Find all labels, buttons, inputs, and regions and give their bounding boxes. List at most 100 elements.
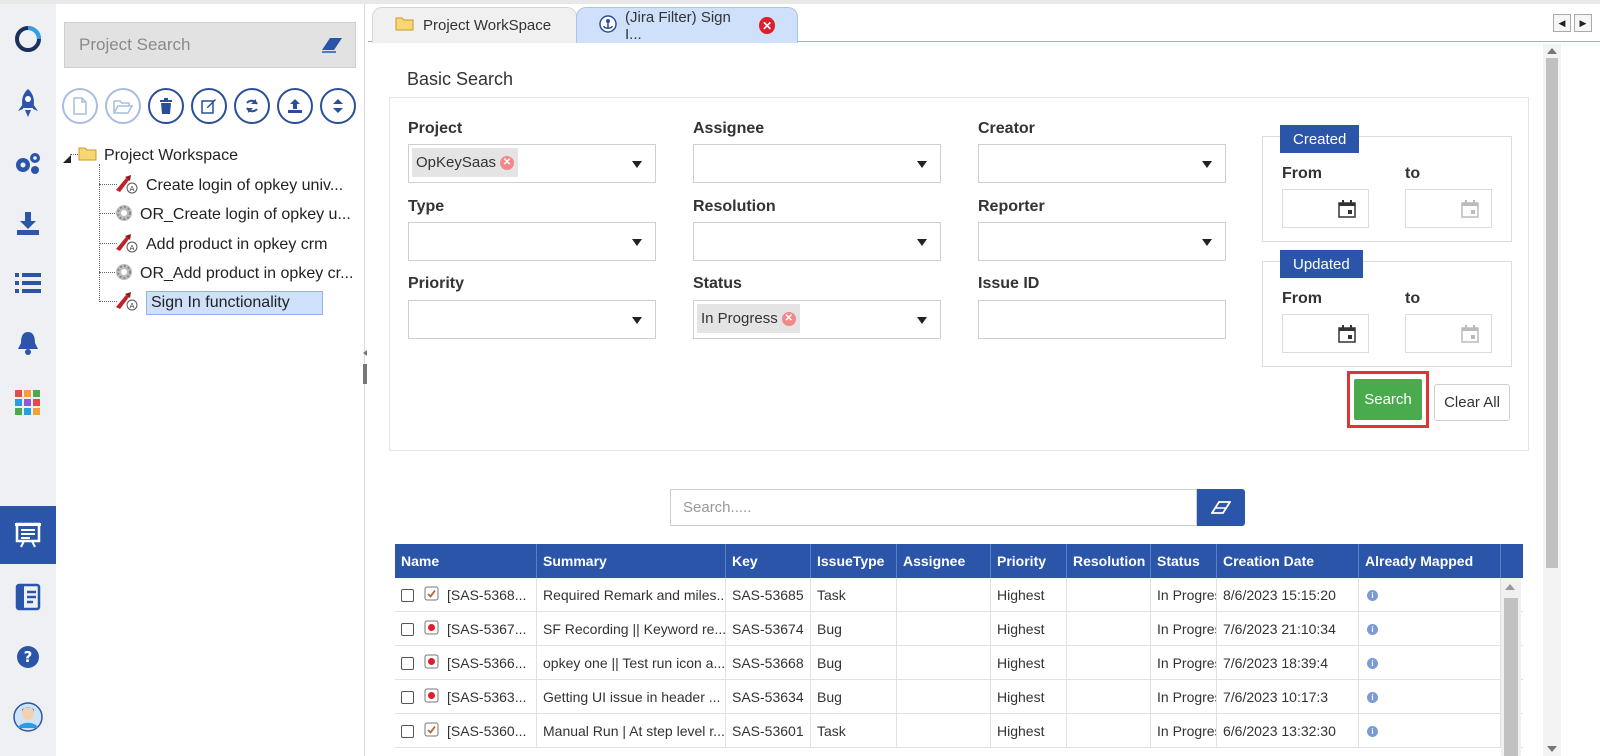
tree-item[interactable]: OR_Add product in opkey cr... — [114, 260, 353, 288]
results-clear-search-button[interactable] — [1197, 489, 1245, 526]
resolution-select[interactable] — [693, 222, 941, 261]
tab-scroll-right-button[interactable]: ▶ — [1574, 14, 1592, 32]
tab-project-workspace[interactable]: Project WorkSpace — [372, 7, 577, 43]
close-tab-icon[interactable]: ✕ — [759, 17, 775, 34]
expand-collapse-button[interactable] — [320, 88, 356, 124]
remove-chip-icon[interactable]: ✕ — [500, 155, 515, 170]
new-file-button[interactable] — [62, 88, 98, 124]
status-select[interactable]: In Progress ✕ — [693, 300, 941, 339]
col-resolution[interactable]: Resolution — [1067, 544, 1151, 578]
scroll-up-icon[interactable] — [1547, 48, 1557, 54]
row-priority: Highest — [991, 612, 1067, 646]
row-assignee — [897, 714, 991, 748]
col-issuetype[interactable]: IssueType — [811, 544, 897, 578]
tree-item[interactable]: OR_Create login of opkey u... — [114, 201, 351, 229]
col-priority[interactable]: Priority — [991, 544, 1067, 578]
bell-icon[interactable] — [0, 314, 56, 372]
eraser-icon[interactable] — [321, 37, 343, 58]
priority-select[interactable] — [408, 300, 656, 339]
col-name[interactable]: Name — [395, 544, 537, 578]
col-status[interactable]: Status — [1151, 544, 1217, 578]
calendar-icon[interactable] — [1338, 200, 1356, 223]
tree-item-selected[interactable]: A Sign In functionality — [114, 289, 323, 317]
edit-button[interactable] — [191, 88, 227, 124]
assignee-label: Assignee — [693, 120, 765, 137]
user-avatar-icon[interactable] — [0, 688, 56, 746]
calendar-icon[interactable] — [1461, 325, 1479, 348]
upload-button[interactable] — [277, 88, 313, 124]
table-row[interactable]: [SAS-5363... Getting UI issue in header … — [395, 680, 1523, 714]
col-already-mapped[interactable]: Already Mapped — [1359, 544, 1501, 578]
presentation-icon[interactable] — [0, 506, 68, 564]
reports-icon[interactable] — [0, 568, 56, 626]
updated-from-label: From — [1282, 290, 1322, 307]
table-row[interactable]: [SAS-5366... opkey one || Test run icon … — [395, 646, 1523, 680]
table-row[interactable]: [SAS-5360... Manual Run | At step level … — [395, 714, 1523, 748]
results-search-input[interactable]: Search..... — [670, 489, 1197, 526]
row-creation-date: 7/6/2023 10:17:3 — [1217, 680, 1359, 714]
row-priority: Highest — [991, 680, 1067, 714]
help-icon[interactable]: ? — [0, 628, 56, 686]
info-icon[interactable]: i — [1367, 623, 1378, 635]
table-row[interactable]: [SAS-5367... SF Recording || Keyword re.… — [395, 612, 1523, 646]
creator-select[interactable] — [978, 144, 1226, 183]
info-icon[interactable]: i — [1367, 691, 1378, 703]
tree-collapse-icon[interactable] — [62, 151, 72, 163]
eraser-icon — [1211, 500, 1231, 514]
apps-grid-icon[interactable] — [0, 374, 56, 432]
search-button[interactable]: Search — [1354, 379, 1422, 420]
created-to-input[interactable] — [1405, 189, 1492, 228]
download-icon[interactable] — [0, 194, 56, 252]
list-icon[interactable] — [0, 254, 56, 312]
row-checkbox[interactable] — [401, 588, 414, 602]
opkey-logo-icon[interactable] — [0, 10, 56, 68]
row-summary: Getting UI issue in header ... — [537, 680, 726, 714]
row-checkbox[interactable] — [401, 622, 414, 636]
issue-id-input[interactable] — [978, 300, 1226, 339]
scroll-down-icon[interactable] — [1547, 746, 1557, 752]
tab-scroll-left-button[interactable]: ◀ — [1553, 14, 1571, 32]
reporter-select[interactable] — [978, 222, 1226, 261]
gears-icon[interactable] — [0, 134, 56, 192]
row-checkbox[interactable] — [401, 724, 414, 738]
info-icon[interactable]: i — [1367, 589, 1378, 601]
tab-jira-filter[interactable]: (Jira Filter) Sign I... ✕ — [576, 7, 798, 43]
delete-button[interactable] — [148, 88, 184, 124]
project-select[interactable]: OpKeySaas ✕ — [408, 144, 656, 183]
col-assignee[interactable]: Assignee — [897, 544, 991, 578]
table-row[interactable]: [SAS-5368... Required Remark and miles..… — [395, 578, 1523, 612]
table-scrollbar[interactable] — [1501, 578, 1521, 756]
calendar-icon[interactable] — [1338, 325, 1356, 348]
bug-icon — [424, 688, 439, 706]
row-creation-date: 8/6/2023 15:15:20 — [1217, 578, 1359, 612]
clear-all-button[interactable]: Clear All — [1434, 384, 1510, 421]
updated-to-input[interactable] — [1405, 314, 1492, 353]
calendar-icon[interactable] — [1461, 200, 1479, 223]
info-icon[interactable]: i — [1367, 657, 1378, 669]
row-key: SAS-53674 — [726, 612, 811, 646]
assignee-select[interactable] — [693, 144, 941, 183]
caret-down-icon — [917, 239, 927, 246]
rocket-icon[interactable] — [0, 74, 56, 132]
type-select[interactable] — [408, 222, 656, 261]
col-key[interactable]: Key — [726, 544, 811, 578]
remove-chip-icon[interactable]: ✕ — [781, 311, 796, 326]
created-from-input[interactable] — [1282, 189, 1369, 228]
table-scroll-thumb[interactable] — [1504, 598, 1518, 756]
main-scrollbar[interactable] — [1543, 44, 1561, 756]
tree-item[interactable]: A Add product in opkey crm — [114, 231, 327, 259]
open-folder-button[interactable] — [105, 88, 141, 124]
project-search-input[interactable]: Project Search — [64, 22, 356, 68]
col-summary[interactable]: Summary — [537, 544, 726, 578]
scroll-up-icon[interactable] — [1505, 584, 1515, 590]
info-icon[interactable]: i — [1367, 725, 1378, 737]
updated-from-input[interactable] — [1282, 314, 1369, 353]
tree-root-node[interactable]: Project Workspace — [62, 142, 238, 170]
svg-text:A: A — [130, 302, 135, 310]
row-checkbox[interactable] — [401, 656, 414, 670]
row-checkbox[interactable] — [401, 690, 414, 704]
col-creation-date[interactable]: Creation Date — [1217, 544, 1359, 578]
refresh-button[interactable] — [234, 88, 270, 124]
tree-item[interactable]: A Create login of opkey univ... — [114, 172, 343, 200]
main-scroll-thumb[interactable] — [1546, 58, 1558, 568]
